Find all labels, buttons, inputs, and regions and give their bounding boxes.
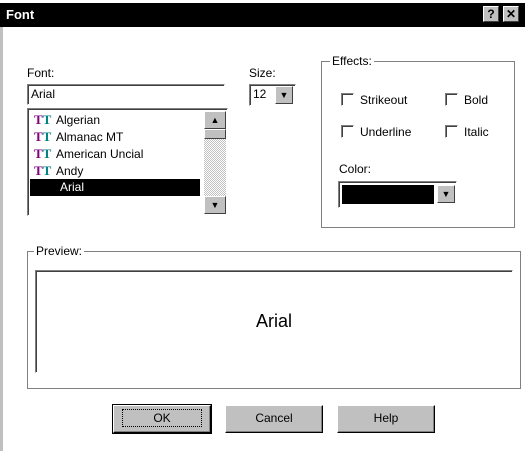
down-arrow-icon: ▼ (210, 200, 220, 210)
help-title-button[interactable]: ? (483, 6, 499, 22)
scroll-thumb[interactable] (204, 129, 226, 139)
preview-group-title: Preview: (34, 244, 85, 258)
preview-box: Arial (35, 270, 513, 373)
truetype-icon: TT (34, 112, 52, 127)
italic-option[interactable]: Italic (445, 124, 489, 140)
close-button[interactable]: ✕ (503, 6, 519, 22)
cancel-button[interactable]: Cancel (225, 405, 323, 433)
window-edge (0, 27, 3, 451)
bold-label: Bold (464, 93, 489, 107)
strikeout-label: Strikeout (360, 93, 408, 107)
font-input-value: Arial (31, 87, 56, 101)
italic-label: Italic (464, 125, 489, 139)
color-dropdown-button[interactable]: ▼ (437, 185, 455, 203)
font-list-item[interactable]: TT Algerian (30, 111, 200, 128)
font-list-item[interactable]: TT American Uncial (30, 145, 200, 162)
ok-button-label: OK (122, 409, 202, 427)
title-bar[interactable]: Font ? ✕ (0, 3, 525, 27)
strikeout-option[interactable]: Strikeout (341, 92, 407, 108)
size-label: Size: (249, 66, 276, 80)
down-arrow-icon: ▼ (441, 189, 451, 199)
effects-group-title: Effects: (330, 54, 374, 68)
truetype-icon: TT (34, 163, 52, 178)
font-list-scrollbar[interactable]: ▲ ▼ (204, 111, 226, 214)
bold-checkbox[interactable] (445, 93, 458, 107)
underline-option[interactable]: Underline (341, 124, 411, 140)
scroll-up-button[interactable]: ▲ (204, 111, 226, 129)
close-icon: ✕ (505, 7, 517, 21)
italic-checkbox[interactable] (445, 125, 458, 139)
font-list-item[interactable]: TT Andy (30, 162, 200, 179)
strikeout-checkbox[interactable] (341, 93, 354, 107)
size-combobox[interactable]: 12 ▼ (249, 84, 296, 106)
size-dropdown-button[interactable]: ▼ (275, 86, 293, 104)
font-input[interactable]: Arial (27, 84, 225, 105)
scroll-down-button[interactable]: ▼ (204, 196, 226, 214)
size-value: 12 (253, 87, 267, 101)
underline-label: Underline (360, 125, 412, 139)
help-button[interactable]: Help (337, 405, 435, 433)
color-combobox[interactable]: ▼ (338, 181, 457, 208)
bold-option[interactable]: Bold (445, 92, 488, 108)
help-icon: ? (487, 7, 495, 21)
ok-button[interactable]: OK (112, 404, 212, 434)
font-label: Font: (27, 66, 55, 80)
up-arrow-icon: ▲ (210, 115, 220, 125)
down-arrow-icon: ▼ (279, 90, 289, 100)
font-list[interactable]: TT Algerian TT Almanac MT TT American Uncia… (27, 108, 228, 216)
underline-checkbox[interactable] (341, 125, 354, 139)
help-button-label: Help (373, 411, 399, 425)
font-dialog: Font ? ✕ Font: Arial TT Algerian TT Almana… (0, 0, 525, 451)
truetype-icon: TT (34, 146, 52, 161)
font-list-item[interactable]: TT Almanac MT (30, 128, 200, 145)
window-title: Font (6, 7, 35, 22)
preview-sample-text: Arial (255, 311, 292, 331)
cancel-button-label: Cancel (255, 411, 293, 425)
font-list-item-selected[interactable]: Arial (30, 179, 200, 196)
color-label: Color: (339, 162, 372, 176)
truetype-icon: TT (34, 129, 52, 144)
color-swatch (342, 185, 434, 204)
